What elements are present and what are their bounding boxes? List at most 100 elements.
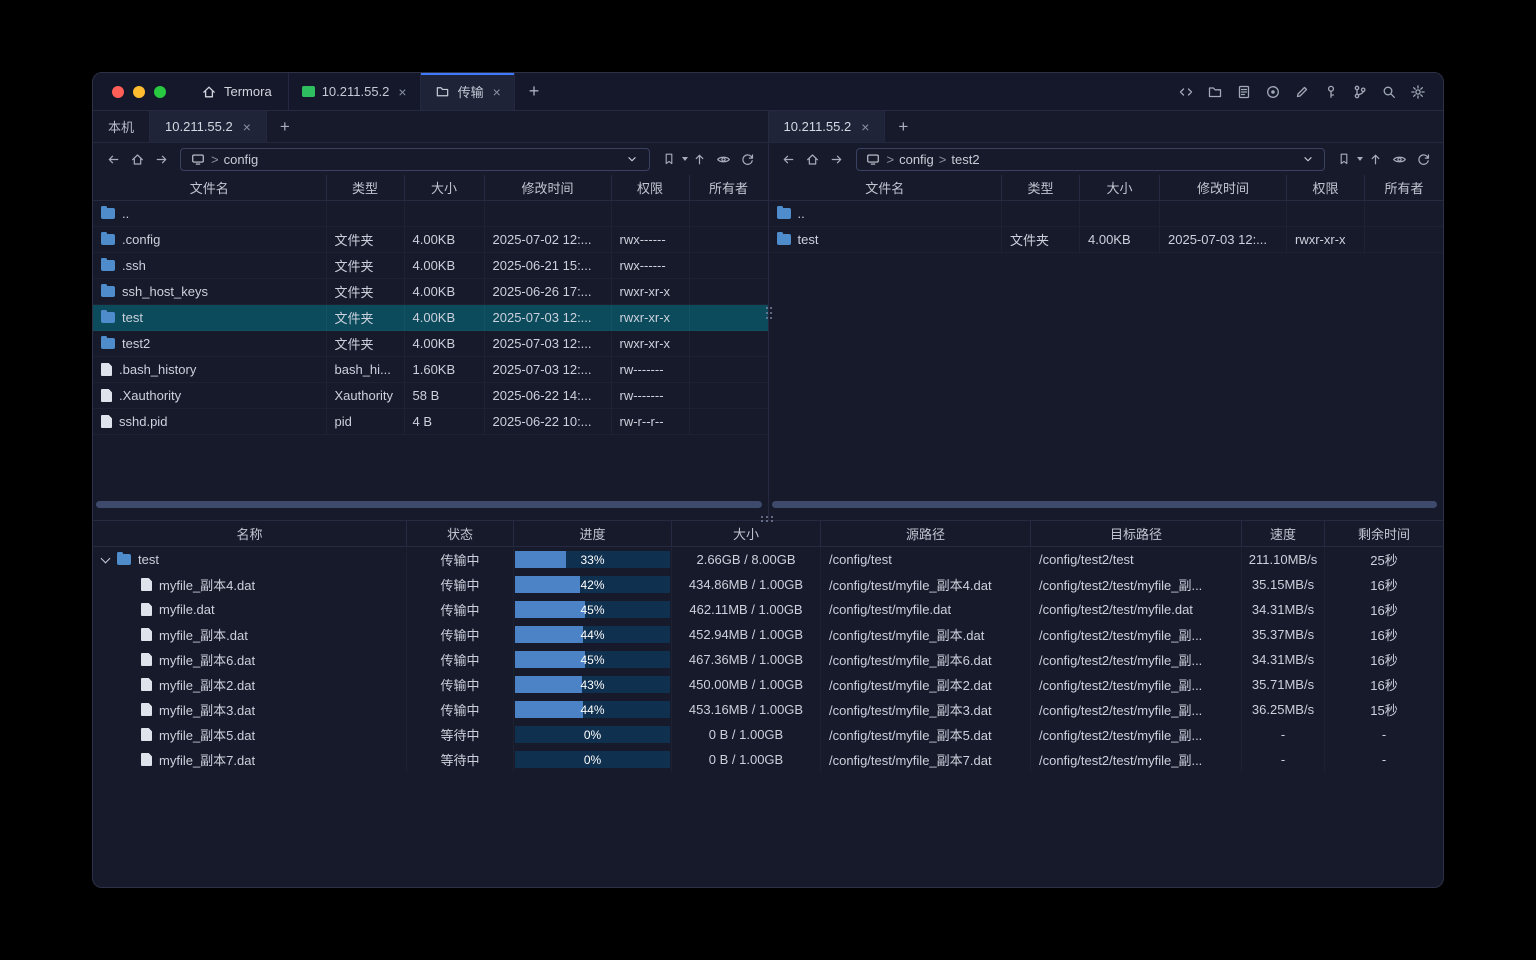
forward-icon[interactable] [149, 147, 173, 171]
transfer-row[interactable]: myfile_副本4.dat 传输中 42% 434.86MB / 1.00GB… [93, 572, 1443, 597]
forward-icon[interactable] [825, 147, 849, 171]
transfer-progress-cell: 45% [514, 647, 672, 672]
file-row[interactable]: .ssh 文件夹 4.00KB 2025-06-21 15:... rwx---… [93, 253, 768, 279]
code-icon[interactable] [1177, 83, 1194, 100]
column-header-mtime[interactable]: 修改时间 [1160, 175, 1287, 200]
transfer-progress-cell: 45% [514, 597, 672, 622]
folder-icon[interactable] [1206, 83, 1223, 100]
file-row[interactable]: test 文件夹 4.00KB 2025-07-03 12:... rwxr-x… [769, 227, 1444, 253]
upload-up-icon[interactable] [688, 147, 712, 171]
path-segment[interactable]: > config [887, 152, 934, 167]
column-header-mtime[interactable]: 修改时间 [485, 175, 612, 200]
transfer-eta: 16秒 [1325, 572, 1443, 597]
close-tab-icon[interactable]: × [493, 85, 501, 99]
transfer-progress-cell: 33% [514, 547, 672, 572]
file-size-cell: 4.00KB [405, 305, 485, 330]
tab-terminal-host[interactable]: 10.211.55.2 × [288, 73, 420, 110]
transfer-row[interactable]: myfile.dat 传输中 45% 462.11MB / 1.00GB /co… [93, 597, 1443, 622]
file-row[interactable]: .Xauthority Xauthority 58 B 2025-06-22 1… [93, 383, 768, 409]
close-tab-icon[interactable]: × [243, 120, 251, 134]
file-row[interactable]: .. [769, 201, 1444, 227]
transfer-row[interactable]: myfile_副本6.dat 传输中 45% 467.36MB / 1.00GB… [93, 647, 1443, 672]
path-bar[interactable]: > config [180, 148, 650, 171]
column-header-size[interactable]: 大小 [405, 175, 485, 200]
tab-transfer[interactable]: 传输 × [420, 73, 514, 110]
show-hidden-eye-icon[interactable] [712, 147, 736, 171]
new-pane-tab-button[interactable]: + [267, 111, 303, 142]
column-header-size[interactable]: 大小 [672, 521, 821, 546]
transfer-row[interactable]: myfile_副本3.dat 传输中 44% 453.16MB / 1.00GB… [93, 697, 1443, 722]
minimize-window-button[interactable] [133, 86, 145, 98]
column-header-type[interactable]: 类型 [327, 175, 405, 200]
refresh-icon[interactable] [1411, 147, 1435, 171]
home-icon[interactable] [125, 147, 149, 171]
record-icon[interactable] [1264, 83, 1281, 100]
column-header-target[interactable]: 目标路径 [1031, 521, 1242, 546]
close-window-button[interactable] [112, 86, 124, 98]
column-header-filename[interactable]: 文件名 [93, 175, 327, 200]
file-row[interactable]: test2 文件夹 4.00KB 2025-07-03 12:... rwxr-… [93, 331, 768, 357]
edit-icon[interactable] [1293, 83, 1310, 100]
back-icon[interactable] [101, 147, 125, 171]
column-header-source[interactable]: 源路径 [821, 521, 1031, 546]
log-icon[interactable] [1235, 83, 1252, 100]
column-header-perm[interactable]: 权限 [1287, 175, 1365, 200]
expand-chevron-icon[interactable] [101, 555, 111, 564]
new-tab-button[interactable]: + [514, 73, 554, 110]
column-header-owner[interactable]: 所有者 [690, 175, 768, 200]
folder-icon [101, 415, 112, 428]
horizontal-scrollbar[interactable] [96, 501, 762, 508]
zoom-window-button[interactable] [154, 86, 166, 98]
branch-icon[interactable] [1351, 83, 1368, 100]
file-row[interactable]: test 文件夹 4.00KB 2025-07-03 12:... rwxr-x… [93, 305, 768, 331]
transfer-row[interactable]: myfile_副本2.dat 传输中 43% 450.00MB / 1.00GB… [93, 672, 1443, 697]
bookmark-icon[interactable] [657, 147, 681, 171]
column-header-name[interactable]: 名称 [93, 521, 407, 546]
column-header-status[interactable]: 状态 [407, 521, 514, 546]
column-header-perm[interactable]: 权限 [612, 175, 690, 200]
file-row[interactable]: .config 文件夹 4.00KB 2025-07-02 12:... rwx… [93, 227, 768, 253]
section-splitter-grip-icon[interactable] [761, 516, 763, 518]
column-header-owner[interactable]: 所有者 [1365, 175, 1443, 200]
column-header-type[interactable]: 类型 [1002, 175, 1080, 200]
column-header-speed[interactable]: 速度 [1242, 521, 1325, 546]
bookmark-icon[interactable] [1332, 147, 1356, 171]
file-owner-cell [690, 305, 768, 330]
chevron-down-icon[interactable] [1299, 151, 1316, 168]
transfer-speed: 35.15MB/s [1242, 572, 1325, 597]
close-tab-icon[interactable]: × [861, 120, 869, 134]
column-header-progress[interactable]: 进度 [514, 521, 672, 546]
file-row[interactable]: .. [93, 201, 768, 227]
key-icon[interactable] [1322, 83, 1339, 100]
path-segment[interactable]: > config [211, 152, 258, 167]
column-header-filename[interactable]: 文件名 [769, 175, 1003, 200]
horizontal-scrollbar[interactable] [772, 501, 1438, 508]
file-row[interactable]: .bash_history bash_hi... 1.60KB 2025-07-… [93, 357, 768, 383]
tab-remote-session[interactable]: 10.211.55.2 × [150, 111, 267, 142]
search-icon[interactable] [1380, 83, 1397, 100]
refresh-icon[interactable] [736, 147, 760, 171]
transfer-row[interactable]: myfile_副本5.dat 等待中 0% 0 B / 1.00GB /conf… [93, 722, 1443, 747]
transfer-target-path: /config/test2/test/myfile_副... [1031, 622, 1242, 647]
transfer-row[interactable]: myfile_副本.dat 传输中 44% 452.94MB / 1.00GB … [93, 622, 1443, 647]
tab-remote-session[interactable]: 10.211.55.2 × [769, 111, 886, 142]
splitter-grip-icon[interactable] [766, 307, 768, 309]
new-pane-tab-button[interactable]: + [885, 111, 921, 142]
path-segment[interactable]: > test2 [939, 152, 980, 167]
file-row[interactable]: ssh_host_keys 文件夹 4.00KB 2025-06-26 17:.… [93, 279, 768, 305]
path-bar[interactable]: > config > test2 [856, 148, 1326, 171]
tab-local[interactable]: 本机 [93, 111, 150, 142]
transfer-row[interactable]: myfile_副本7.dat 等待中 0% 0 B / 1.00GB /conf… [93, 747, 1443, 772]
show-hidden-eye-icon[interactable] [1387, 147, 1411, 171]
back-icon[interactable] [777, 147, 801, 171]
file-row[interactable]: sshd.pid pid 4 B 2025-06-22 10:... rw-r-… [93, 409, 768, 435]
home-icon[interactable] [801, 147, 825, 171]
upload-up-icon[interactable] [1363, 147, 1387, 171]
transfer-row[interactable]: test 传输中 33% 2.66GB / 8.00GB /config/tes… [93, 547, 1443, 572]
column-header-size[interactable]: 大小 [1080, 175, 1160, 200]
app-home-tab[interactable]: Termora [184, 73, 288, 110]
column-header-eta[interactable]: 剩余时间 [1325, 521, 1443, 546]
chevron-down-icon[interactable] [624, 151, 641, 168]
close-tab-icon[interactable]: × [398, 85, 406, 99]
settings-gear-icon[interactable] [1409, 83, 1426, 100]
